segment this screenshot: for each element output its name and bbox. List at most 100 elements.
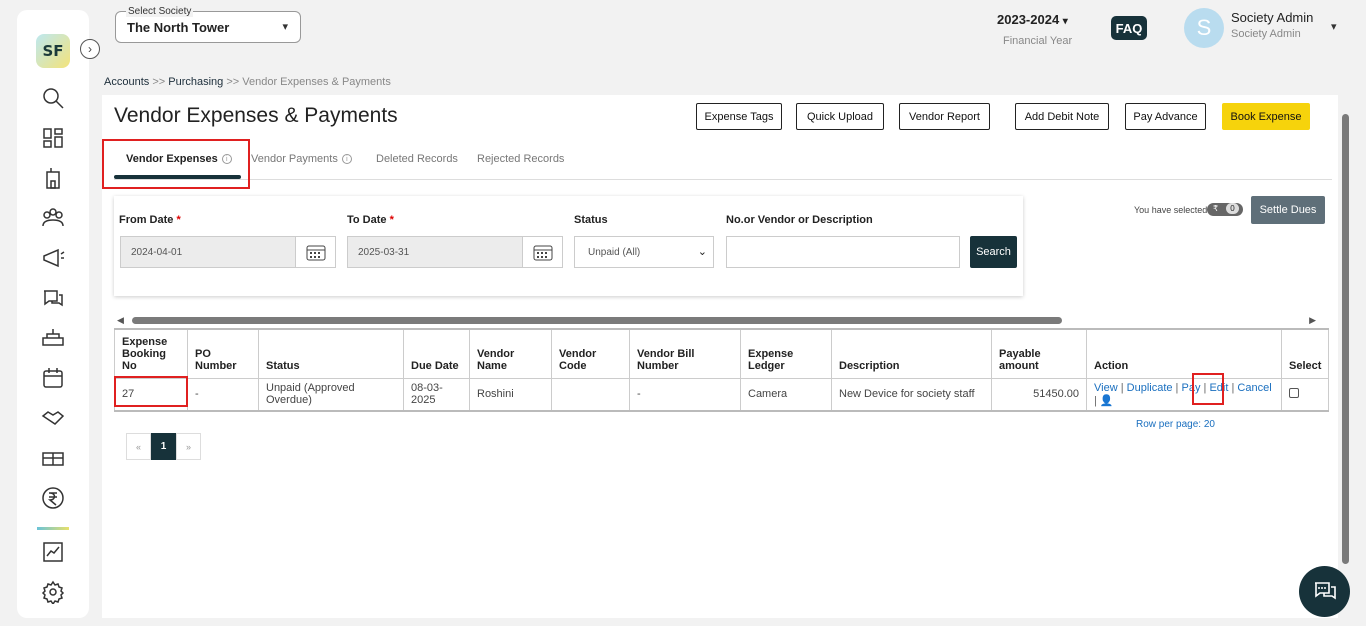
search-label: No.or Vendor or Description [726, 214, 873, 226]
cell-vendor-code [551, 378, 630, 412]
horizontal-scrollbar[interactable]: ◀ ▶ [114, 314, 1316, 328]
col-vendor-code: Vendor Code [551, 328, 630, 379]
pagination-prev[interactable]: « [126, 433, 151, 460]
chevron-down-icon: ▾ [1062, 16, 1068, 27]
tabs: Vendor Expenses i Vendor Payments i Delete… [114, 147, 1332, 180]
assets-icon[interactable] [39, 444, 67, 472]
status-select[interactable]: Unpaid (All) ⌄ [574, 236, 714, 268]
user-name: Society Admin [1231, 10, 1314, 25]
search-input[interactable] [726, 236, 960, 268]
info-icon: i [341, 154, 352, 165]
quick-upload-button[interactable]: Quick Upload [796, 103, 884, 130]
building-icon[interactable] [39, 164, 67, 192]
col-vendor-bill-number: Vendor Bill Number [629, 328, 741, 379]
user-menu-chevron-icon[interactable]: ▾ [1331, 20, 1337, 33]
col-status: Status [258, 328, 404, 379]
society-select[interactable]: Select Society The North Tower ▾ [115, 6, 301, 43]
page-title: Vendor Expenses & Payments [114, 104, 398, 127]
table-header-row: Expense Booking No PO Number Status Due … [114, 328, 1330, 379]
filter-panel: From Date * 2024-04-01 To Date * 2025-03… [114, 196, 1023, 296]
vendors-icon[interactable] [39, 404, 67, 432]
rupee-icon: ₹ [1213, 204, 1219, 213]
col-booking-no: Expense Booking No [114, 328, 188, 379]
scrollbar-thumb[interactable] [132, 317, 1062, 324]
annotation-highlight-booking-no [114, 376, 188, 407]
table-row: 27 - Unpaid (Approved Overdue) 08-03-202… [114, 378, 1330, 412]
selected-count: 0 [1226, 203, 1239, 214]
row-select-checkbox[interactable] [1289, 387, 1299, 398]
rows-per-page[interactable]: Row per page: 20 [1136, 419, 1215, 430]
calendar-icon [306, 245, 325, 261]
vertical-scrollbar[interactable] [1340, 97, 1350, 617]
vendor-report-button[interactable]: Vendor Report [899, 103, 990, 130]
active-nav-indicator [37, 527, 69, 530]
duplicate-link[interactable]: Duplicate [1127, 382, 1173, 394]
society-select-label: Select Society [126, 6, 194, 17]
chat-button[interactable] [1299, 566, 1350, 617]
status-label: Status [574, 214, 608, 226]
cell-due-date: 08-03-2025 [403, 378, 470, 412]
settle-dues-button[interactable]: Settle Dues [1251, 196, 1325, 224]
from-date-calendar-button[interactable] [295, 236, 336, 268]
cell-description: New Device for society staff [831, 378, 992, 412]
cell-select [1280, 378, 1330, 412]
from-date-input[interactable]: 2024-04-01 [120, 236, 296, 268]
breadcrumb-current: Vendor Expenses & Payments [242, 76, 391, 88]
accounts-icon[interactable] [39, 484, 67, 512]
pay-advance-button[interactable]: Pay Advance [1125, 103, 1206, 130]
selected-count-label: You have selected [1134, 205, 1208, 215]
tab-deleted-records[interactable]: Deleted Records [376, 153, 458, 165]
search-button[interactable]: Search [970, 236, 1017, 268]
avatar[interactable]: S [1184, 8, 1224, 48]
cell-vendor-name: Roshini [469, 378, 552, 412]
pagination-next[interactable]: » [176, 433, 201, 460]
view-link[interactable]: View [1094, 382, 1118, 394]
to-date-calendar-button[interactable] [522, 236, 563, 268]
add-debit-note-button[interactable]: Add Debit Note [1015, 103, 1109, 130]
from-date-label: From Date * [119, 214, 181, 226]
user-role: Society Admin [1231, 28, 1301, 40]
breadcrumb-purchasing[interactable]: Purchasing [168, 76, 223, 88]
calendar-icon[interactable] [39, 364, 67, 392]
tab-rejected-records[interactable]: Rejected Records [477, 153, 564, 165]
col-action: Action [1086, 328, 1282, 379]
expenses-table: Expense Booking No PO Number Status Due … [114, 328, 1330, 412]
scroll-right-icon[interactable]: ▶ [1309, 315, 1316, 326]
chat-icon [1314, 581, 1336, 599]
cancel-link[interactable]: Cancel [1237, 382, 1271, 394]
annotation-highlight-edit [1192, 373, 1224, 405]
breadcrumb: Accounts >> Purchasing >> Vendor Expense… [104, 76, 391, 88]
annotation-highlight-tab [102, 139, 250, 189]
society-select-value: The North Tower [127, 20, 230, 35]
to-date-input[interactable]: 2025-03-31 [347, 236, 523, 268]
main-content: Vendor Expenses & Payments Expense Tags … [102, 95, 1338, 618]
sidebar: SF [17, 10, 89, 618]
to-date-label: To Date * [347, 214, 394, 226]
col-payable-amount: Payable amount [991, 328, 1087, 379]
expense-tags-button[interactable]: Expense Tags [696, 103, 782, 130]
financial-year-select[interactable]: 2023-2024 ▾ [997, 12, 1068, 27]
reports-icon[interactable] [39, 538, 67, 566]
facility-icon[interactable] [39, 324, 67, 352]
settings-icon[interactable] [39, 578, 67, 606]
announcement-icon[interactable] [39, 244, 67, 272]
chevron-down-icon: ▾ [282, 21, 288, 33]
user-icon[interactable]: 👤 [1100, 395, 1114, 407]
scrollbar-thumb[interactable] [1342, 114, 1349, 564]
complaints-icon[interactable] [39, 284, 67, 312]
scroll-left-icon[interactable]: ◀ [117, 315, 124, 326]
tab-vendor-payments[interactable]: Vendor Payments i [251, 153, 352, 165]
faq-button[interactable]: FAQ [1111, 16, 1147, 40]
breadcrumb-accounts[interactable]: Accounts [104, 76, 149, 88]
cell-actions: View | Duplicate | Pay | Edit | Cancel |… [1086, 378, 1282, 412]
book-expense-button[interactable]: Book Expense [1222, 103, 1310, 130]
cell-payable-amount: 51450.00 [991, 378, 1087, 412]
financial-year-label: Financial Year [1003, 35, 1073, 47]
members-icon[interactable] [39, 204, 67, 232]
cell-expense-ledger: Camera [740, 378, 832, 412]
search-icon[interactable] [39, 84, 67, 112]
cell-vendor-bill-number: - [629, 378, 741, 412]
dashboard-icon[interactable] [39, 124, 67, 152]
pagination-page-1[interactable]: 1 [151, 433, 176, 460]
cell-status: Unpaid (Approved Overdue) [258, 378, 404, 412]
